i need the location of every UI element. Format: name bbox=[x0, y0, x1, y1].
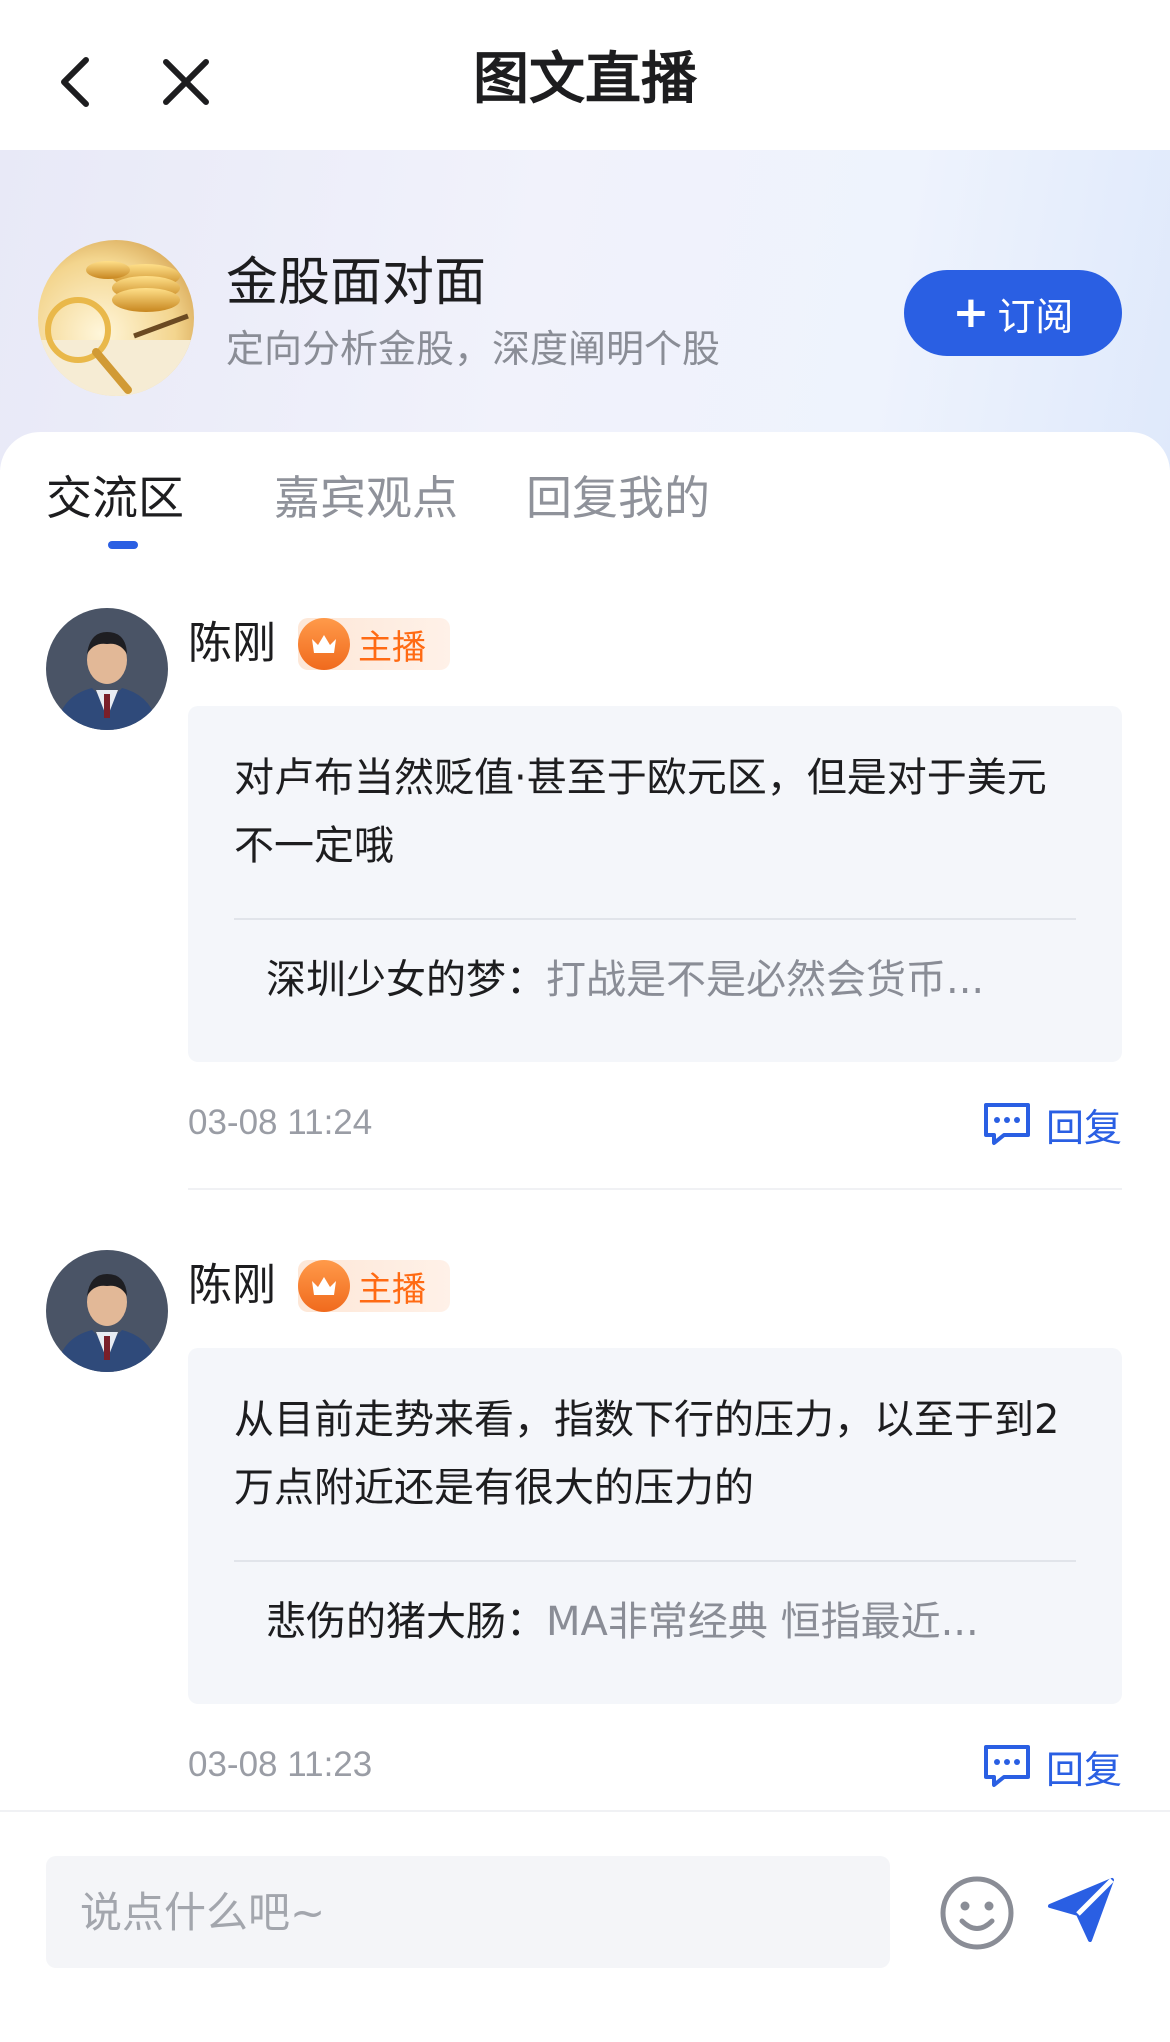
comment-icon bbox=[984, 1745, 1030, 1787]
reply-button[interactable]: 回复 bbox=[982, 1740, 1122, 1792]
reply-label: 回复 bbox=[1046, 1105, 1123, 1150]
message-separator bbox=[188, 1188, 1122, 1190]
reply-button[interactable]: 回复 bbox=[982, 1098, 1122, 1150]
tab-discussion[interactable]: 交流区 bbox=[46, 466, 184, 530]
send-icon[interactable] bbox=[1046, 1874, 1116, 1944]
quote-author: 悲伤的猪大肠： bbox=[266, 1599, 546, 1645]
subscribe-label: 订阅 bbox=[997, 294, 1074, 339]
message-bubble: 对卢布当然贬值·甚至于欧元区，但是对于美元不一定哦 深圳少女的梦：打战是不是必然… bbox=[188, 706, 1122, 1062]
crown-icon bbox=[298, 1260, 350, 1312]
message-bubble: 从目前走势来看，指数下行的压力，以至于到2万点附近还是有很大的压力的 悲伤的猪大… bbox=[188, 1348, 1122, 1704]
host-badge: 主播 bbox=[298, 618, 450, 670]
message-text: 从目前走势来看，指数下行的压力，以至于到2万点附近还是有很大的压力的 bbox=[234, 1397, 1060, 1511]
reply-label: 回复 bbox=[1046, 1747, 1123, 1792]
tab-guest-views[interactable]: 嘉宾观点 bbox=[274, 466, 458, 530]
quote-divider bbox=[234, 1560, 1076, 1562]
message-time: 03-08 11:23 bbox=[188, 1745, 373, 1784]
tab-replies-to-me[interactable]: 回复我的 bbox=[526, 466, 710, 530]
author-avatar[interactable] bbox=[46, 1250, 168, 1372]
comment-icon bbox=[984, 1103, 1030, 1145]
emoji-icon[interactable] bbox=[938, 1874, 1016, 1952]
channel-avatar bbox=[38, 240, 194, 396]
quote-divider bbox=[234, 918, 1076, 920]
quote-author: 深圳少女的梦： bbox=[266, 957, 546, 1003]
subscribe-button[interactable]: + 订阅 bbox=[904, 270, 1122, 356]
plus-icon: + bbox=[952, 287, 990, 338]
quote-text: 打战是不是必然会货币... bbox=[546, 957, 985, 1003]
author-name: 陈刚 bbox=[188, 1260, 276, 1311]
channel-name: 金股面对面 bbox=[226, 253, 487, 313]
channel-description: 定向分析金股，深度阐明个股 bbox=[226, 327, 721, 371]
quote-text: MA非常经典 恒指最近... bbox=[546, 1599, 979, 1645]
quoted-message[interactable]: 深圳少女的梦：打战是不是必然会货币... bbox=[266, 950, 1086, 1010]
message-text: 对卢布当然贬值·甚至于欧元区，但是对于美元不一定哦 bbox=[234, 755, 1047, 869]
quoted-message[interactable]: 悲伤的猪大肠：MA非常经典 恒指最近... bbox=[266, 1592, 1086, 1652]
host-badge: 主播 bbox=[298, 1260, 450, 1312]
host-badge-label: 主播 bbox=[358, 627, 426, 668]
author-avatar[interactable] bbox=[46, 608, 168, 730]
message-time: 03-08 11:24 bbox=[188, 1103, 373, 1142]
author-name: 陈刚 bbox=[188, 618, 276, 669]
host-badge-label: 主播 bbox=[358, 1269, 426, 1310]
page-title: 图文直播 bbox=[473, 47, 697, 112]
comment-input[interactable] bbox=[46, 1856, 890, 1968]
crown-icon bbox=[298, 618, 350, 670]
active-tab-indicator bbox=[108, 541, 138, 549]
